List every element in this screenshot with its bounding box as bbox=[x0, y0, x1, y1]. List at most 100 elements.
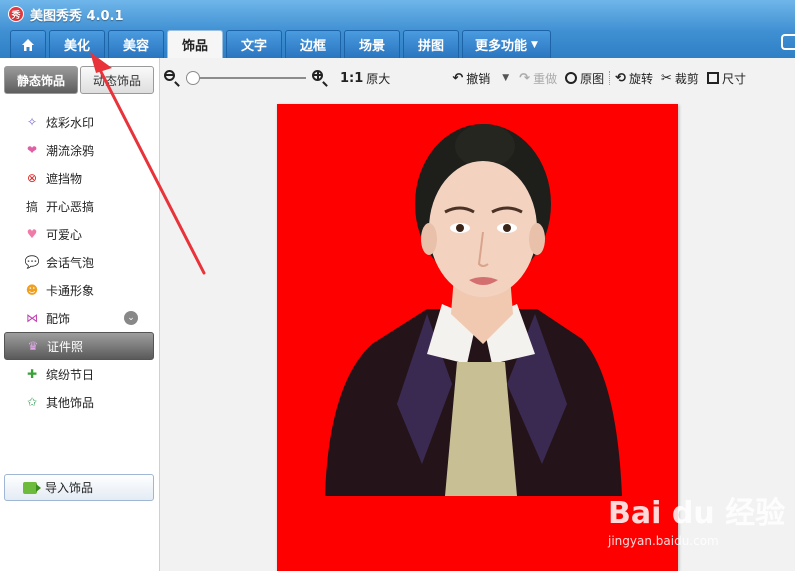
tab-more-features[interactable]: 更多功能 ▼ bbox=[462, 30, 551, 58]
sidebar-item[interactable]: ☻ 卡通形象 bbox=[4, 276, 154, 304]
sidebar-item-label: 配饰 bbox=[46, 311, 71, 326]
original-image-button[interactable]: 原图 bbox=[565, 70, 604, 87]
import-label: 导入饰品 bbox=[45, 481, 94, 495]
title-bar: 秀 美图秀秀 4.0.1 美化 美容 饰品 文字 边框 场景 拼图 更多功能 ▼ bbox=[0, 0, 795, 58]
zoom-in-button[interactable] bbox=[312, 70, 328, 86]
tab-decorations[interactable]: 饰品 bbox=[167, 30, 223, 58]
baidu-watermark: Bai du 经验 jingyan.baidu.com bbox=[608, 488, 788, 558]
lips-icon: ❤ bbox=[26, 143, 38, 157]
app-title: 秀 美图秀秀 4.0.1 bbox=[8, 4, 124, 24]
sidebar-item-label: 卡通形象 bbox=[46, 283, 95, 298]
rotate-label: 旋转 bbox=[629, 71, 654, 86]
tab-beautify[interactable]: 美化 bbox=[49, 30, 105, 58]
mask-icon: ⊗ bbox=[26, 171, 38, 185]
sidebar-item[interactable]: ✧ 炫彩水印 bbox=[4, 108, 154, 136]
size-label: 尺寸 bbox=[721, 71, 746, 86]
sparkle-icon: ✧ bbox=[26, 115, 38, 129]
tab-text[interactable]: 文字 bbox=[226, 30, 282, 58]
tab-label: 场景 bbox=[358, 39, 385, 54]
decorations-sidebar: 静态饰品 动态饰品 ✧ 炫彩水印 ❤ 潮流涂鸦 ⊗ 遮挡物搞开心恶搞 ♥ 可爱心 💬 会话气泡 ☻ 卡… bbox=[0, 58, 160, 571]
sidebar-item[interactable]: ✚ 缤纷节日 bbox=[4, 360, 154, 388]
import-icon bbox=[23, 481, 41, 494]
tab-label: 文字 bbox=[240, 39, 267, 54]
original-size-label: 原大 bbox=[366, 71, 391, 86]
undo-label: 撤销 bbox=[466, 71, 491, 86]
speech-bubble-icon: 💬 bbox=[24, 255, 40, 269]
tab-static-decorations[interactable]: 静态饰品 bbox=[4, 66, 78, 94]
sidebar-item-label: 会话气泡 bbox=[46, 255, 95, 270]
tab-label: 边框 bbox=[299, 39, 326, 54]
minus-sign bbox=[166, 74, 173, 76]
rotate-icon: ⟲ bbox=[615, 70, 626, 86]
watermark-url: jingyan.baidu.com bbox=[608, 534, 719, 548]
tab-beauty[interactable]: 美容 bbox=[108, 30, 164, 58]
sidebar-item[interactable]: ♛ 证件照 bbox=[4, 332, 154, 360]
main-tabs: 美化 美容 饰品 文字 边框 场景 拼图 更多功能 ▼ bbox=[10, 30, 551, 58]
tab-frames[interactable]: 边框 bbox=[285, 30, 341, 58]
tab-home[interactable] bbox=[10, 30, 46, 58]
rotate-button[interactable]: ⟲ 旋转 bbox=[615, 70, 653, 87]
tab-label: 饰品 bbox=[181, 39, 208, 54]
plus-sign bbox=[314, 71, 321, 79]
original-size-button[interactable]: 1:1 原大 bbox=[340, 70, 390, 87]
tab-label: 美容 bbox=[122, 39, 149, 54]
heart-icon: ♥ bbox=[26, 227, 38, 241]
original-image-label: 原图 bbox=[580, 71, 605, 86]
expand-chevron-icon[interactable]: ⌄ bbox=[124, 311, 138, 325]
undo-button[interactable]: ↶ 撤销 bbox=[452, 70, 490, 87]
decoration-category-list: ✧ 炫彩水印 ❤ 潮流涂鸦 ⊗ 遮挡物搞开心恶搞 ♥ 可爱心 💬 会话气泡 ☻ 卡通形象 ⋈ 配饰 ⌄ ♛ 证件… bbox=[4, 108, 154, 416]
sidebar-item[interactable]: ⋈ 配饰 ⌄ bbox=[4, 304, 154, 332]
chevron-down-icon: ▼ bbox=[502, 73, 510, 83]
sidebar-item-label: 可爱心 bbox=[46, 227, 83, 242]
gift-icon: ✚ bbox=[26, 367, 38, 381]
id-photo-icon: ♛ bbox=[27, 339, 39, 353]
watermark-brand: Bai du 经验 bbox=[608, 496, 786, 531]
import-decorations-button[interactable]: 导入饰品 bbox=[4, 474, 154, 501]
image-toolbar: 1:1 原大 ↶ 撤销 ▼ ↷ 重做 原图 ⟲ 旋转 ✂ 裁剪 尺寸 bbox=[160, 62, 795, 94]
tab-animated-decorations[interactable]: 动态饰品 bbox=[80, 66, 154, 94]
app-title-text: 美图秀秀 4.0.1 bbox=[30, 8, 124, 24]
size-button[interactable]: 尺寸 bbox=[706, 70, 746, 87]
resize-icon bbox=[706, 72, 719, 84]
cartoon-icon: ☻ bbox=[25, 283, 39, 297]
tab-label: 静态饰品 bbox=[16, 73, 65, 88]
tab-label: 动态饰品 bbox=[92, 73, 141, 88]
redo-label: 重做 bbox=[533, 71, 558, 86]
sidebar-item[interactable]: 💬 会话气泡 bbox=[4, 248, 154, 276]
undo-dropdown[interactable]: ▼ bbox=[502, 73, 509, 83]
scissors-icon: ✂ bbox=[661, 70, 672, 86]
tab-scenes[interactable]: 场景 bbox=[344, 30, 400, 58]
redo-button[interactable]: ↷ 重做 bbox=[519, 70, 557, 87]
sidebar-item-label: 潮流涂鸦 bbox=[46, 143, 95, 158]
sidebar-item[interactable]: ✩ 其他饰品 bbox=[4, 388, 154, 416]
toolbar-divider bbox=[609, 71, 611, 85]
slider-handle[interactable] bbox=[186, 71, 200, 85]
sidebar-item-label: 开心恶搞 bbox=[46, 199, 95, 214]
crop-button[interactable]: ✂ 裁剪 bbox=[661, 70, 699, 87]
chevron-down-icon: ▼ bbox=[531, 39, 538, 50]
crop-label: 裁剪 bbox=[674, 71, 699, 86]
sidebar-item[interactable]: ♥ 可爱心 bbox=[4, 220, 154, 248]
zoom-out-button[interactable] bbox=[164, 70, 180, 86]
app-logo-icon: 秀 bbox=[8, 6, 24, 22]
slider-track bbox=[186, 77, 306, 79]
window-control-icon[interactable] bbox=[781, 34, 795, 50]
tab-collage[interactable]: 拼图 bbox=[403, 30, 459, 58]
redo-icon: ↷ bbox=[519, 70, 531, 86]
undo-icon: ↶ bbox=[452, 70, 464, 86]
sidebar-item-label: 炫彩水印 bbox=[46, 115, 95, 130]
star-icon: ✩ bbox=[26, 395, 38, 409]
home-icon bbox=[22, 38, 34, 51]
sidebar-item-label: 遮挡物 bbox=[46, 171, 83, 186]
zoom-ratio-label: 1:1 bbox=[340, 70, 364, 86]
sidebar-item-label: 缤纷节日 bbox=[46, 367, 95, 382]
sidebar-item[interactable]: 搞开心恶搞 bbox=[4, 192, 154, 220]
sidebar-item[interactable]: ⊗ 遮挡物 bbox=[4, 164, 154, 192]
circle-icon bbox=[565, 72, 578, 84]
sidebar-item-label: 其他饰品 bbox=[46, 395, 95, 410]
sidebar-item-label: 证件照 bbox=[47, 339, 84, 354]
tab-label: 美化 bbox=[63, 39, 90, 54]
zoom-slider[interactable] bbox=[186, 70, 306, 86]
sidebar-item[interactable]: ❤ 潮流涂鸦 bbox=[4, 136, 154, 164]
tab-label: 拼图 bbox=[417, 39, 444, 54]
